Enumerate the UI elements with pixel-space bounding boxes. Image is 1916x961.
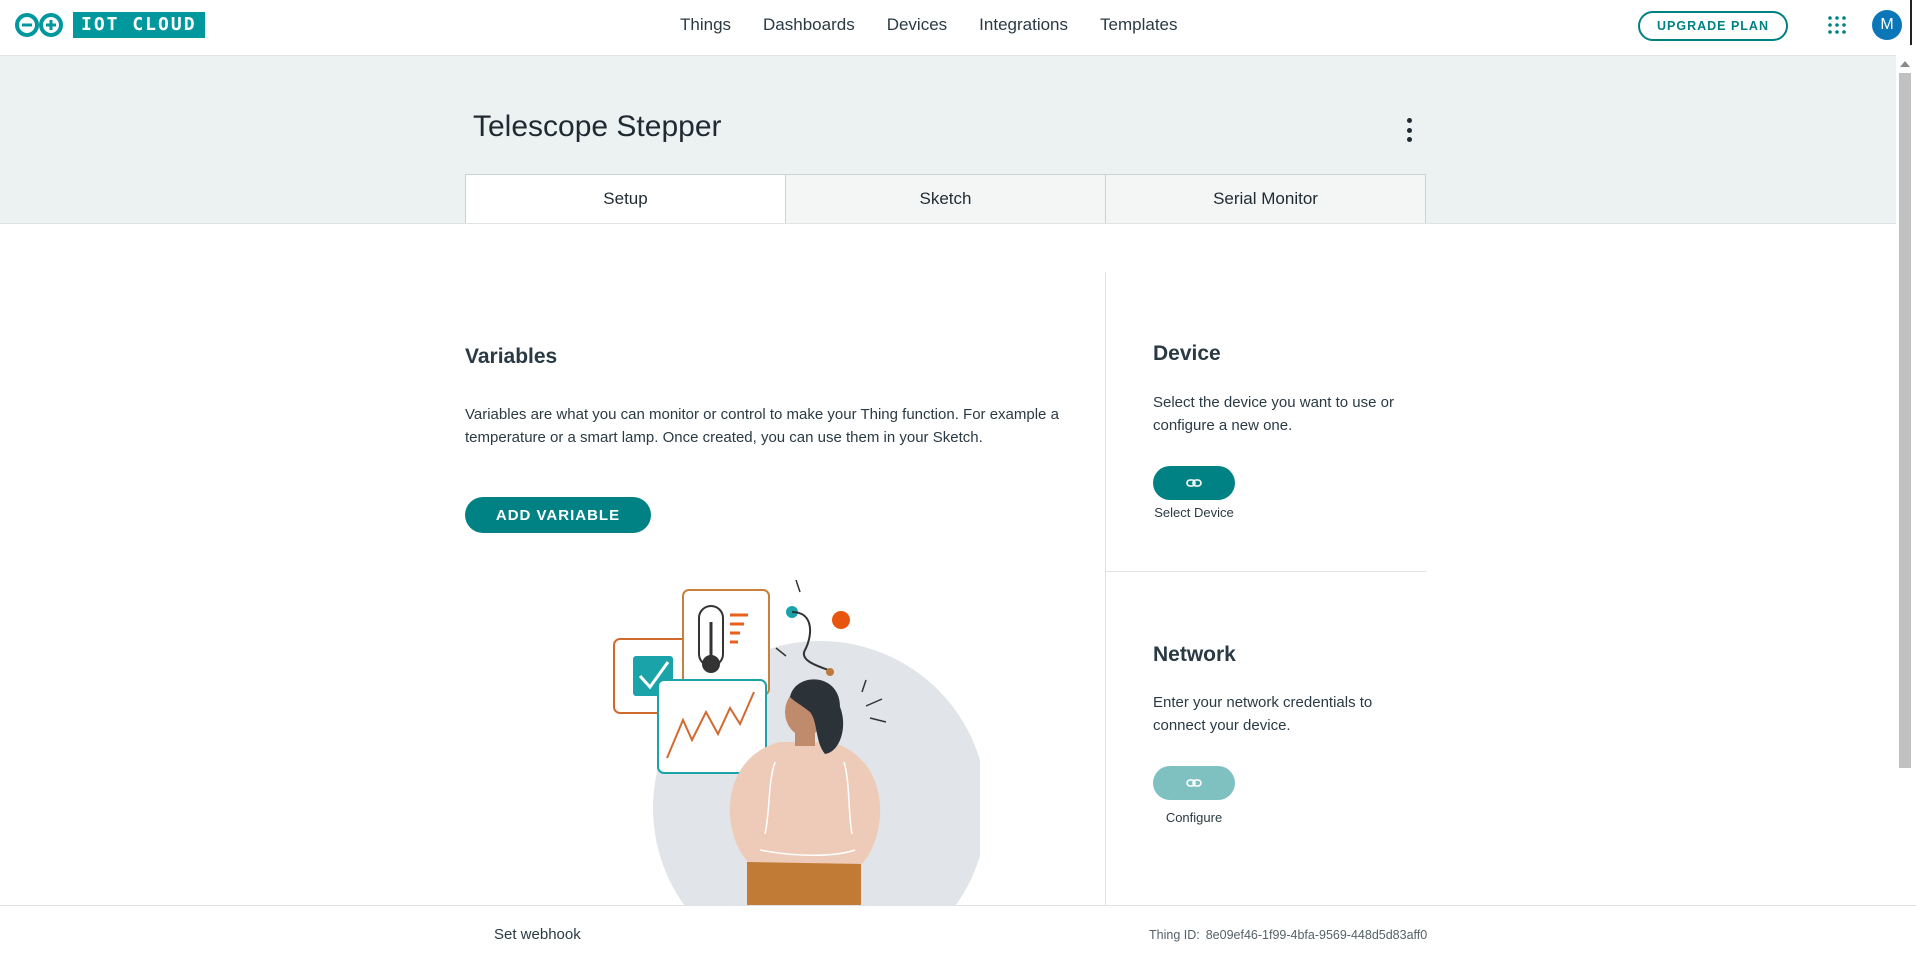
thing-footer: Set webhook Thing ID: 8e09ef46-1f99-4bfa-… xyxy=(0,905,1916,961)
upgrade-plan-button[interactable]: UPGRADE PLAN xyxy=(1638,11,1788,41)
logo-text: IOT CLOUD xyxy=(73,12,205,38)
link-icon xyxy=(1186,479,1202,487)
iot-cloud-logo[interactable]: IOT CLOUD xyxy=(13,12,205,38)
thing-id: Thing ID: 8e09ef46-1f99-4bfa-9569-448d5d8… xyxy=(1149,928,1427,942)
arduino-infinity-icon xyxy=(15,13,63,37)
configure-network-button[interactable] xyxy=(1153,766,1235,800)
scrollbar-thumb[interactable] xyxy=(1899,73,1911,768)
nav-things[interactable]: Things xyxy=(680,15,731,35)
vertical-scrollbar[interactable] xyxy=(1896,55,1916,905)
grid-icon[interactable] xyxy=(1827,15,1847,35)
network-heading: Network xyxy=(1153,643,1236,666)
nav-devices[interactable]: Devices xyxy=(887,15,947,35)
select-device-caption[interactable]: Select Device xyxy=(1134,505,1254,520)
thing-id-label: Thing ID: xyxy=(1149,928,1200,942)
window-edge xyxy=(1910,0,1912,45)
thing-tabs: Setup Sketch Serial Monitor xyxy=(465,174,1426,223)
variables-illustration xyxy=(613,579,980,905)
tab-sketch[interactable]: Sketch xyxy=(785,174,1106,223)
thing-id-value[interactable]: 8e09ef46-1f99-4bfa-9569-448d5d83aff0 xyxy=(1206,928,1428,942)
scroll-up-arrow-icon[interactable] xyxy=(1900,61,1910,67)
device-description: Select the device you want to use or con… xyxy=(1153,394,1394,434)
device-heading: Device xyxy=(1153,342,1221,365)
section-divider xyxy=(1105,571,1426,572)
tab-setup[interactable]: Setup xyxy=(465,174,786,223)
configure-caption[interactable]: Configure xyxy=(1134,810,1254,825)
kebab-icon[interactable] xyxy=(1400,118,1418,142)
nav-integrations[interactable]: Integrations xyxy=(979,15,1068,35)
user-avatar[interactable]: M xyxy=(1872,10,1902,40)
network-description: Enter your network credentials to connec… xyxy=(1153,694,1373,734)
nav-dashboards[interactable]: Dashboards xyxy=(763,15,855,35)
select-device-button[interactable] xyxy=(1153,466,1235,500)
column-divider xyxy=(1105,272,1106,905)
nav-templates[interactable]: Templates xyxy=(1100,15,1177,35)
thing-title[interactable]: Telescope Stepper xyxy=(473,110,722,144)
link-icon xyxy=(1186,779,1202,787)
add-variable-button[interactable]: ADD VARIABLE xyxy=(465,497,651,533)
tab-serial-monitor[interactable]: Serial Monitor xyxy=(1105,174,1426,223)
set-webhook-link[interactable]: Set webhook xyxy=(494,926,581,943)
main-nav: Things Dashboards Devices Integrations T… xyxy=(680,0,1210,50)
variables-description: Variables are what you can monitor or co… xyxy=(465,406,1059,446)
top-navigation-bar: IOT CLOUD Things Dashboards Devices Inte… xyxy=(0,0,1902,56)
variables-heading: Variables xyxy=(465,345,558,368)
